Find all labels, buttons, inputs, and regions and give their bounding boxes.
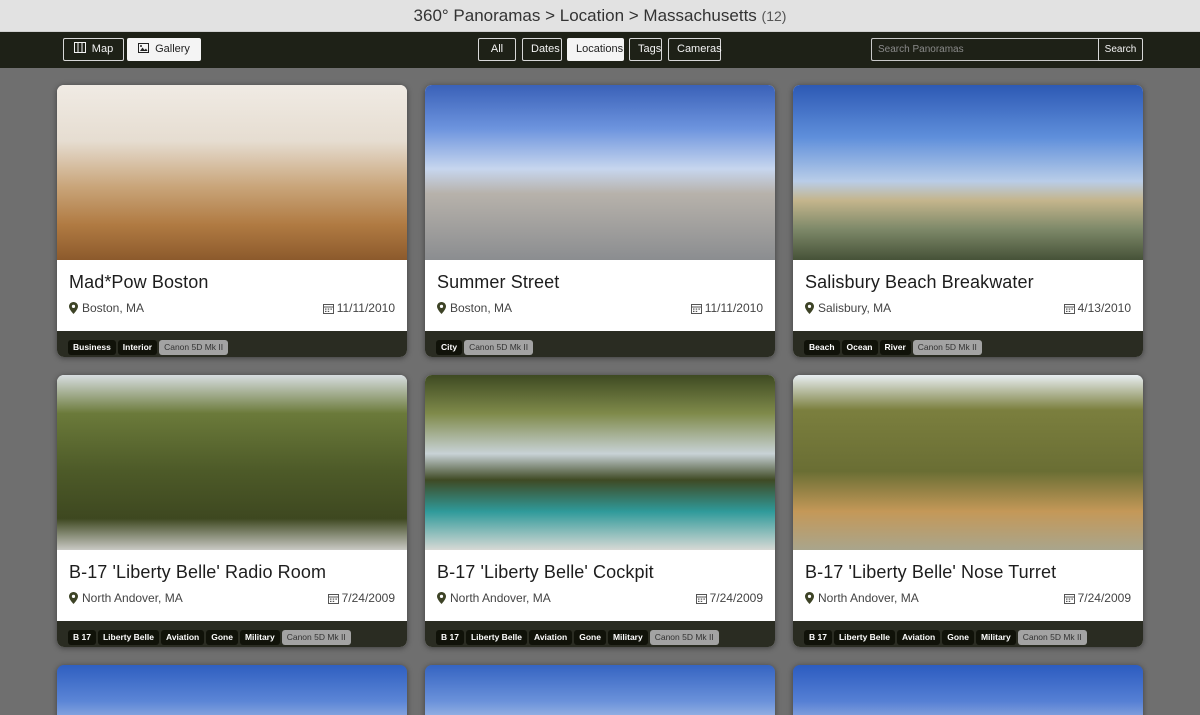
calendar-icon bbox=[690, 303, 702, 317]
panorama-title[interactable]: B-17 'Liberty Belle' Radio Room bbox=[69, 562, 395, 583]
panorama-location-text: North Andover, MA bbox=[450, 591, 551, 605]
panorama-location[interactable]: North Andover, MA bbox=[437, 591, 551, 607]
tag-badge[interactable]: Aviation bbox=[529, 630, 573, 645]
calendar-icon bbox=[322, 303, 334, 317]
tag-list: B 17 Liberty Belle Aviation Gone Military Can… bbox=[793, 621, 1143, 647]
panorama-card[interactable] bbox=[793, 665, 1143, 715]
panorama-date[interactable]: 11/11/2010 bbox=[690, 301, 763, 317]
tag-badge[interactable]: Aviation bbox=[897, 630, 941, 645]
panorama-date-text: 7/24/2009 bbox=[709, 591, 763, 605]
panorama-location-text: Boston, MA bbox=[450, 301, 513, 315]
tag-badge[interactable]: Gone bbox=[574, 630, 606, 645]
camera-badge[interactable]: Canon 5D Mk II bbox=[464, 340, 534, 355]
tag-list: B 17 Liberty Belle Aviation Gone Military Can… bbox=[57, 621, 407, 647]
panorama-location[interactable]: Boston, MA bbox=[69, 301, 144, 317]
panorama-thumbnail[interactable] bbox=[793, 375, 1143, 550]
camera-badge[interactable]: Canon 5D Mk II bbox=[649, 630, 719, 645]
tag-badge[interactable]: Liberty Belle bbox=[97, 630, 159, 645]
panorama-card[interactable] bbox=[425, 665, 775, 715]
tag-list: Business Interior Canon 5D Mk II bbox=[57, 331, 407, 357]
map-pin-icon bbox=[805, 302, 814, 317]
panorama-location-text: North Andover, MA bbox=[818, 591, 919, 605]
panorama-thumbnail[interactable] bbox=[793, 85, 1143, 260]
map-pin-icon bbox=[69, 592, 78, 607]
panorama-card[interactable]: B-17 'Liberty Belle' Cockpit North Andove… bbox=[425, 375, 775, 647]
panorama-date[interactable]: 11/11/2010 bbox=[322, 301, 395, 317]
panorama-thumbnail[interactable] bbox=[57, 375, 407, 550]
panorama-location[interactable]: North Andover, MA bbox=[805, 591, 919, 607]
tag-badge[interactable]: Interior bbox=[117, 340, 158, 355]
card-info: Mad*Pow Boston Boston, MA 11/11/2010 bbox=[57, 260, 407, 331]
panorama-location-text: Boston, MA bbox=[82, 301, 145, 315]
tag-badge[interactable]: River bbox=[879, 340, 911, 355]
panorama-location-text: Salisbury, MA bbox=[818, 301, 892, 315]
panorama-title[interactable]: Mad*Pow Boston bbox=[69, 272, 395, 293]
panorama-card[interactable]: Summer Street Boston, MA 11/11/2010 City Can… bbox=[425, 85, 775, 357]
calendar-icon bbox=[1063, 593, 1075, 607]
camera-badge[interactable]: Canon 5D Mk II bbox=[1017, 630, 1087, 645]
camera-badge[interactable]: Canon 5D Mk II bbox=[912, 340, 982, 355]
camera-badge[interactable]: Canon 5D Mk II bbox=[281, 630, 351, 645]
tag-badge[interactable]: Military bbox=[239, 630, 280, 645]
panorama-date[interactable]: 7/24/2009 bbox=[327, 591, 395, 607]
tag-badge[interactable]: Gone bbox=[942, 630, 974, 645]
tag-badge[interactable]: Liberty Belle bbox=[833, 630, 895, 645]
panorama-date-text: 11/11/2010 bbox=[704, 301, 763, 315]
panorama-title[interactable]: B-17 'Liberty Belle' Cockpit bbox=[437, 562, 763, 583]
panorama-card[interactable] bbox=[57, 665, 407, 715]
panorama-date-text: 11/11/2010 bbox=[336, 301, 395, 315]
panorama-card[interactable]: Salisbury Beach Breakwater Salisbury, MA 4… bbox=[793, 85, 1143, 357]
panorama-thumbnail[interactable] bbox=[425, 85, 775, 260]
panorama-location[interactable]: Boston, MA bbox=[437, 301, 512, 317]
panorama-date-text: 7/24/2009 bbox=[341, 591, 395, 605]
card-info: B-17 'Liberty Belle' Nose Turret North An… bbox=[793, 550, 1143, 621]
map-pin-icon bbox=[69, 302, 78, 317]
panorama-location[interactable]: Salisbury, MA bbox=[805, 301, 891, 317]
panorama-date-text: 4/13/2010 bbox=[1077, 301, 1131, 315]
tag-badge[interactable]: Business bbox=[68, 340, 116, 355]
panorama-title[interactable]: B-17 'Liberty Belle' Nose Turret bbox=[805, 562, 1131, 583]
tag-list: B 17 Liberty Belle Aviation Gone Military Can… bbox=[425, 621, 775, 647]
tag-list: Beach Ocean River Canon 5D Mk II bbox=[793, 331, 1143, 357]
panorama-location[interactable]: North Andover, MA bbox=[69, 591, 183, 607]
tag-badge[interactable]: City bbox=[436, 340, 463, 355]
panorama-card[interactable]: B-17 'Liberty Belle' Nose Turret North An… bbox=[793, 375, 1143, 647]
panorama-thumbnail[interactable] bbox=[57, 85, 407, 260]
tag-badge[interactable]: B 17 bbox=[804, 630, 832, 645]
card-info: Summer Street Boston, MA 11/11/2010 bbox=[425, 260, 775, 331]
panorama-title[interactable]: Summer Street bbox=[437, 272, 763, 293]
tag-badge[interactable]: B 17 bbox=[68, 630, 96, 645]
tag-badge[interactable]: Liberty Belle bbox=[465, 630, 527, 645]
tag-list: City Canon 5D Mk II bbox=[425, 331, 775, 357]
tag-badge[interactable]: Military bbox=[975, 630, 1016, 645]
tag-badge[interactable]: Military bbox=[607, 630, 648, 645]
map-pin-icon bbox=[437, 302, 446, 317]
panorama-location-text: North Andover, MA bbox=[82, 591, 183, 605]
panorama-date[interactable]: 4/13/2010 bbox=[1063, 301, 1131, 317]
gallery-grid: Mad*Pow Boston Boston, MA 11/11/2010 Busine… bbox=[0, 0, 1200, 715]
calendar-icon bbox=[327, 593, 339, 607]
map-pin-icon bbox=[805, 592, 814, 607]
map-pin-icon bbox=[437, 592, 446, 607]
panorama-thumbnail[interactable] bbox=[425, 375, 775, 550]
calendar-icon bbox=[1063, 303, 1075, 317]
calendar-icon bbox=[695, 593, 707, 607]
tag-badge[interactable]: Ocean bbox=[841, 340, 878, 355]
card-info: Salisbury Beach Breakwater Salisbury, MA 4… bbox=[793, 260, 1143, 331]
camera-badge[interactable]: Canon 5D Mk II bbox=[159, 340, 229, 355]
panorama-card[interactable]: Mad*Pow Boston Boston, MA 11/11/2010 Busine… bbox=[57, 85, 407, 357]
tag-badge[interactable]: Aviation bbox=[161, 630, 205, 645]
tag-badge[interactable]: Gone bbox=[206, 630, 238, 645]
panorama-date-text: 7/24/2009 bbox=[1077, 591, 1131, 605]
panorama-date[interactable]: 7/24/2009 bbox=[1063, 591, 1131, 607]
panorama-title[interactable]: Salisbury Beach Breakwater bbox=[805, 272, 1131, 293]
card-info: B-17 'Liberty Belle' Radio Room North And… bbox=[57, 550, 407, 621]
card-info: B-17 'Liberty Belle' Cockpit North Andove… bbox=[425, 550, 775, 621]
panorama-date[interactable]: 7/24/2009 bbox=[695, 591, 763, 607]
panorama-card[interactable]: B-17 'Liberty Belle' Radio Room North And… bbox=[57, 375, 407, 647]
tag-badge[interactable]: B 17 bbox=[436, 630, 464, 645]
tag-badge[interactable]: Beach bbox=[804, 340, 840, 355]
